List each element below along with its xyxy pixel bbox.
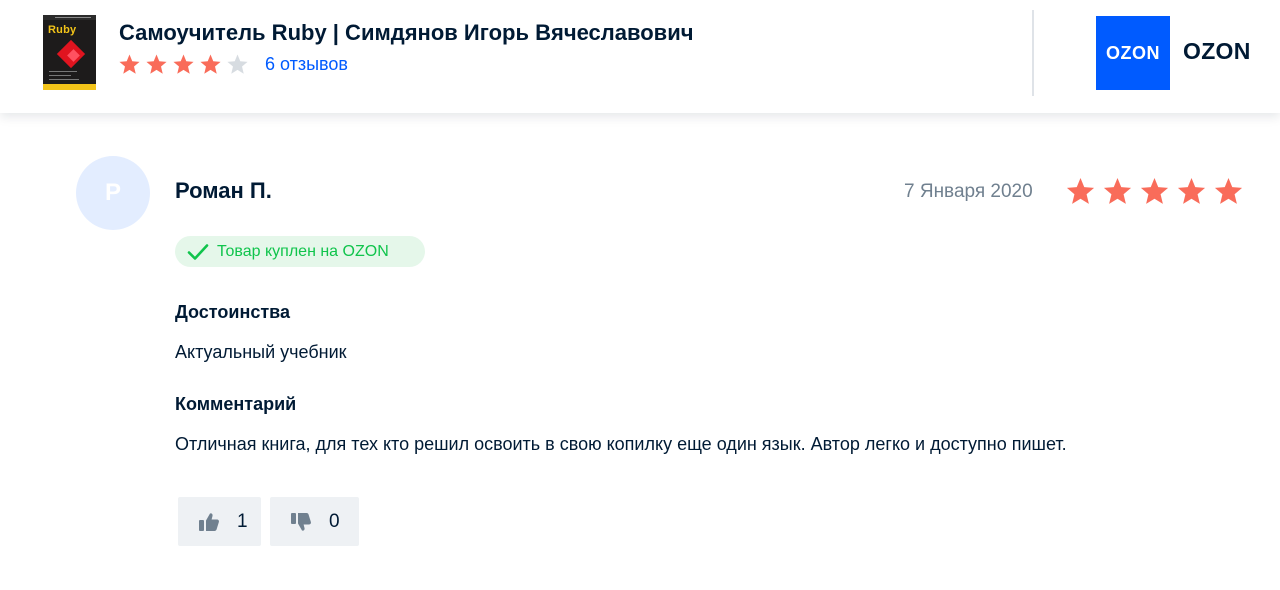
star-filled-icon [1066,177,1095,204]
star-filled-icon [119,54,140,74]
star-filled-icon [1103,177,1132,204]
like-button[interactable]: 1 [178,497,261,546]
ozon-logo-text: OZON [1106,42,1160,63]
star-filled-icon [173,54,194,74]
dislike-button[interactable]: 0 [270,497,359,546]
check-icon [187,243,209,260]
product-rating-stars [118,53,249,76]
dislikes-count: 0 [329,510,340,532]
star-filled-icon [1140,177,1169,204]
review-date: 7 Января 2020 [904,181,1033,202]
star-filled-icon [146,54,167,74]
cover-text-line [49,71,77,72]
thumbs-up-icon [199,512,219,531]
seller-brand-name[interactable]: OZON [1183,38,1251,65]
pros-text: Актуальный учебник [175,342,347,362]
review-author-name: Роман П. [175,178,272,203]
book-cover-image[interactable]: Ruby [43,15,96,90]
verified-purchase-text: Товар куплен на OZON [217,242,389,260]
comment-heading: Комментарий [175,394,297,414]
review-rating-stars [1065,176,1244,207]
cover-title: Ruby [48,24,77,36]
product-title[interactable]: Самоучитель Ruby | Симдянов Игорь Вячесл… [119,20,694,46]
cover-band-line [55,17,91,18]
verified-purchase-badge: Товар куплен на OZON [175,236,425,267]
likes-count: 1 [237,510,248,532]
avatar: Р [76,156,150,230]
star-empty-icon [227,54,248,74]
product-rating-row: 6 отзывов [118,51,348,78]
product-header: Ruby Самоучитель Ruby | Симдянов Игорь В… [0,0,1280,113]
avatar-letter: Р [104,179,121,206]
pros-heading: Достоинства [175,302,290,322]
ozon-logo[interactable]: OZON [1096,16,1170,90]
thumbs-down-icon [291,512,311,531]
reviews-count-link[interactable]: 6 отзывов [265,54,348,75]
star-filled-icon [1214,177,1243,204]
cover-text-line [49,75,71,76]
star-filled-icon [1177,177,1206,204]
header-divider [1032,10,1034,96]
cover-text-line [49,79,79,80]
comment-text: Отличная книга, для тех кто решил освоит… [175,434,1067,454]
star-filled-icon [200,54,221,74]
cover-footer-band [43,84,96,90]
